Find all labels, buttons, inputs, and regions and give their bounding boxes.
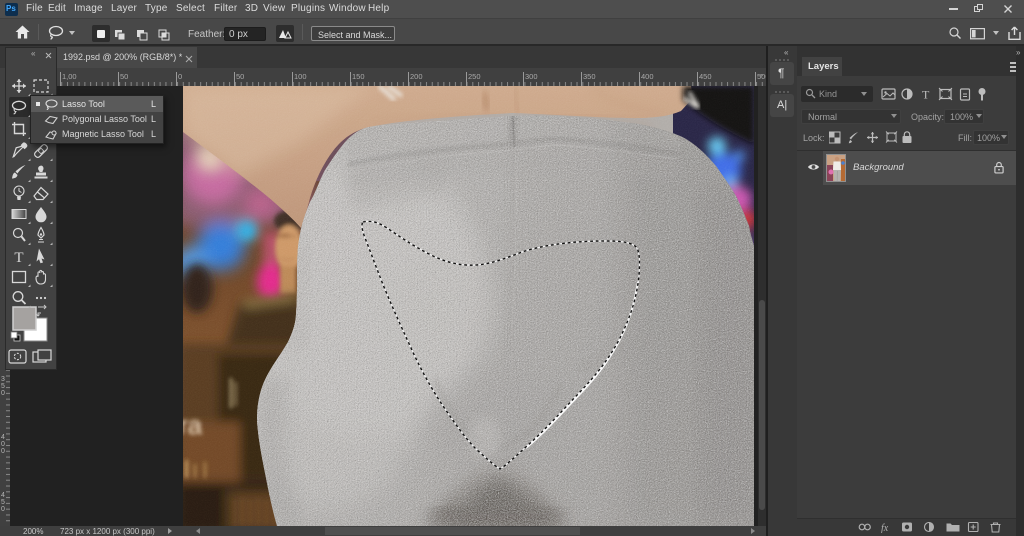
svg-text:50: 50 [236, 72, 244, 81]
svg-text:50: 50 [120, 72, 128, 81]
svg-text:5: 5 [1, 499, 5, 506]
svg-text:4: 4 [1, 434, 5, 441]
svg-text:250: 250 [468, 72, 481, 81]
svg-text:0: 0 [1, 448, 5, 455]
svg-text:3: 3 [1, 376, 5, 383]
svg-text:4: 4 [1, 492, 5, 499]
svg-text:0: 0 [178, 72, 182, 81]
svg-text:T: T [922, 88, 930, 102]
svg-text:⌃: ⌃ [758, 73, 765, 82]
svg-text:1,00: 1,00 [62, 72, 77, 81]
svg-text:350: 350 [583, 72, 596, 81]
svg-text:450: 450 [699, 72, 712, 81]
svg-text:5: 5 [1, 383, 5, 390]
svg-text:100: 100 [294, 72, 307, 81]
svg-text:0: 0 [1, 441, 5, 448]
svg-text:400: 400 [641, 72, 654, 81]
svg-text:0: 0 [1, 506, 5, 513]
svg-text:300: 300 [525, 72, 538, 81]
svg-text:T: T [14, 250, 23, 266]
svg-text:150: 150 [352, 72, 365, 81]
svg-text:0: 0 [1, 390, 5, 397]
svg-text:200: 200 [410, 72, 423, 81]
svg-text:fx: fx [881, 523, 889, 533]
